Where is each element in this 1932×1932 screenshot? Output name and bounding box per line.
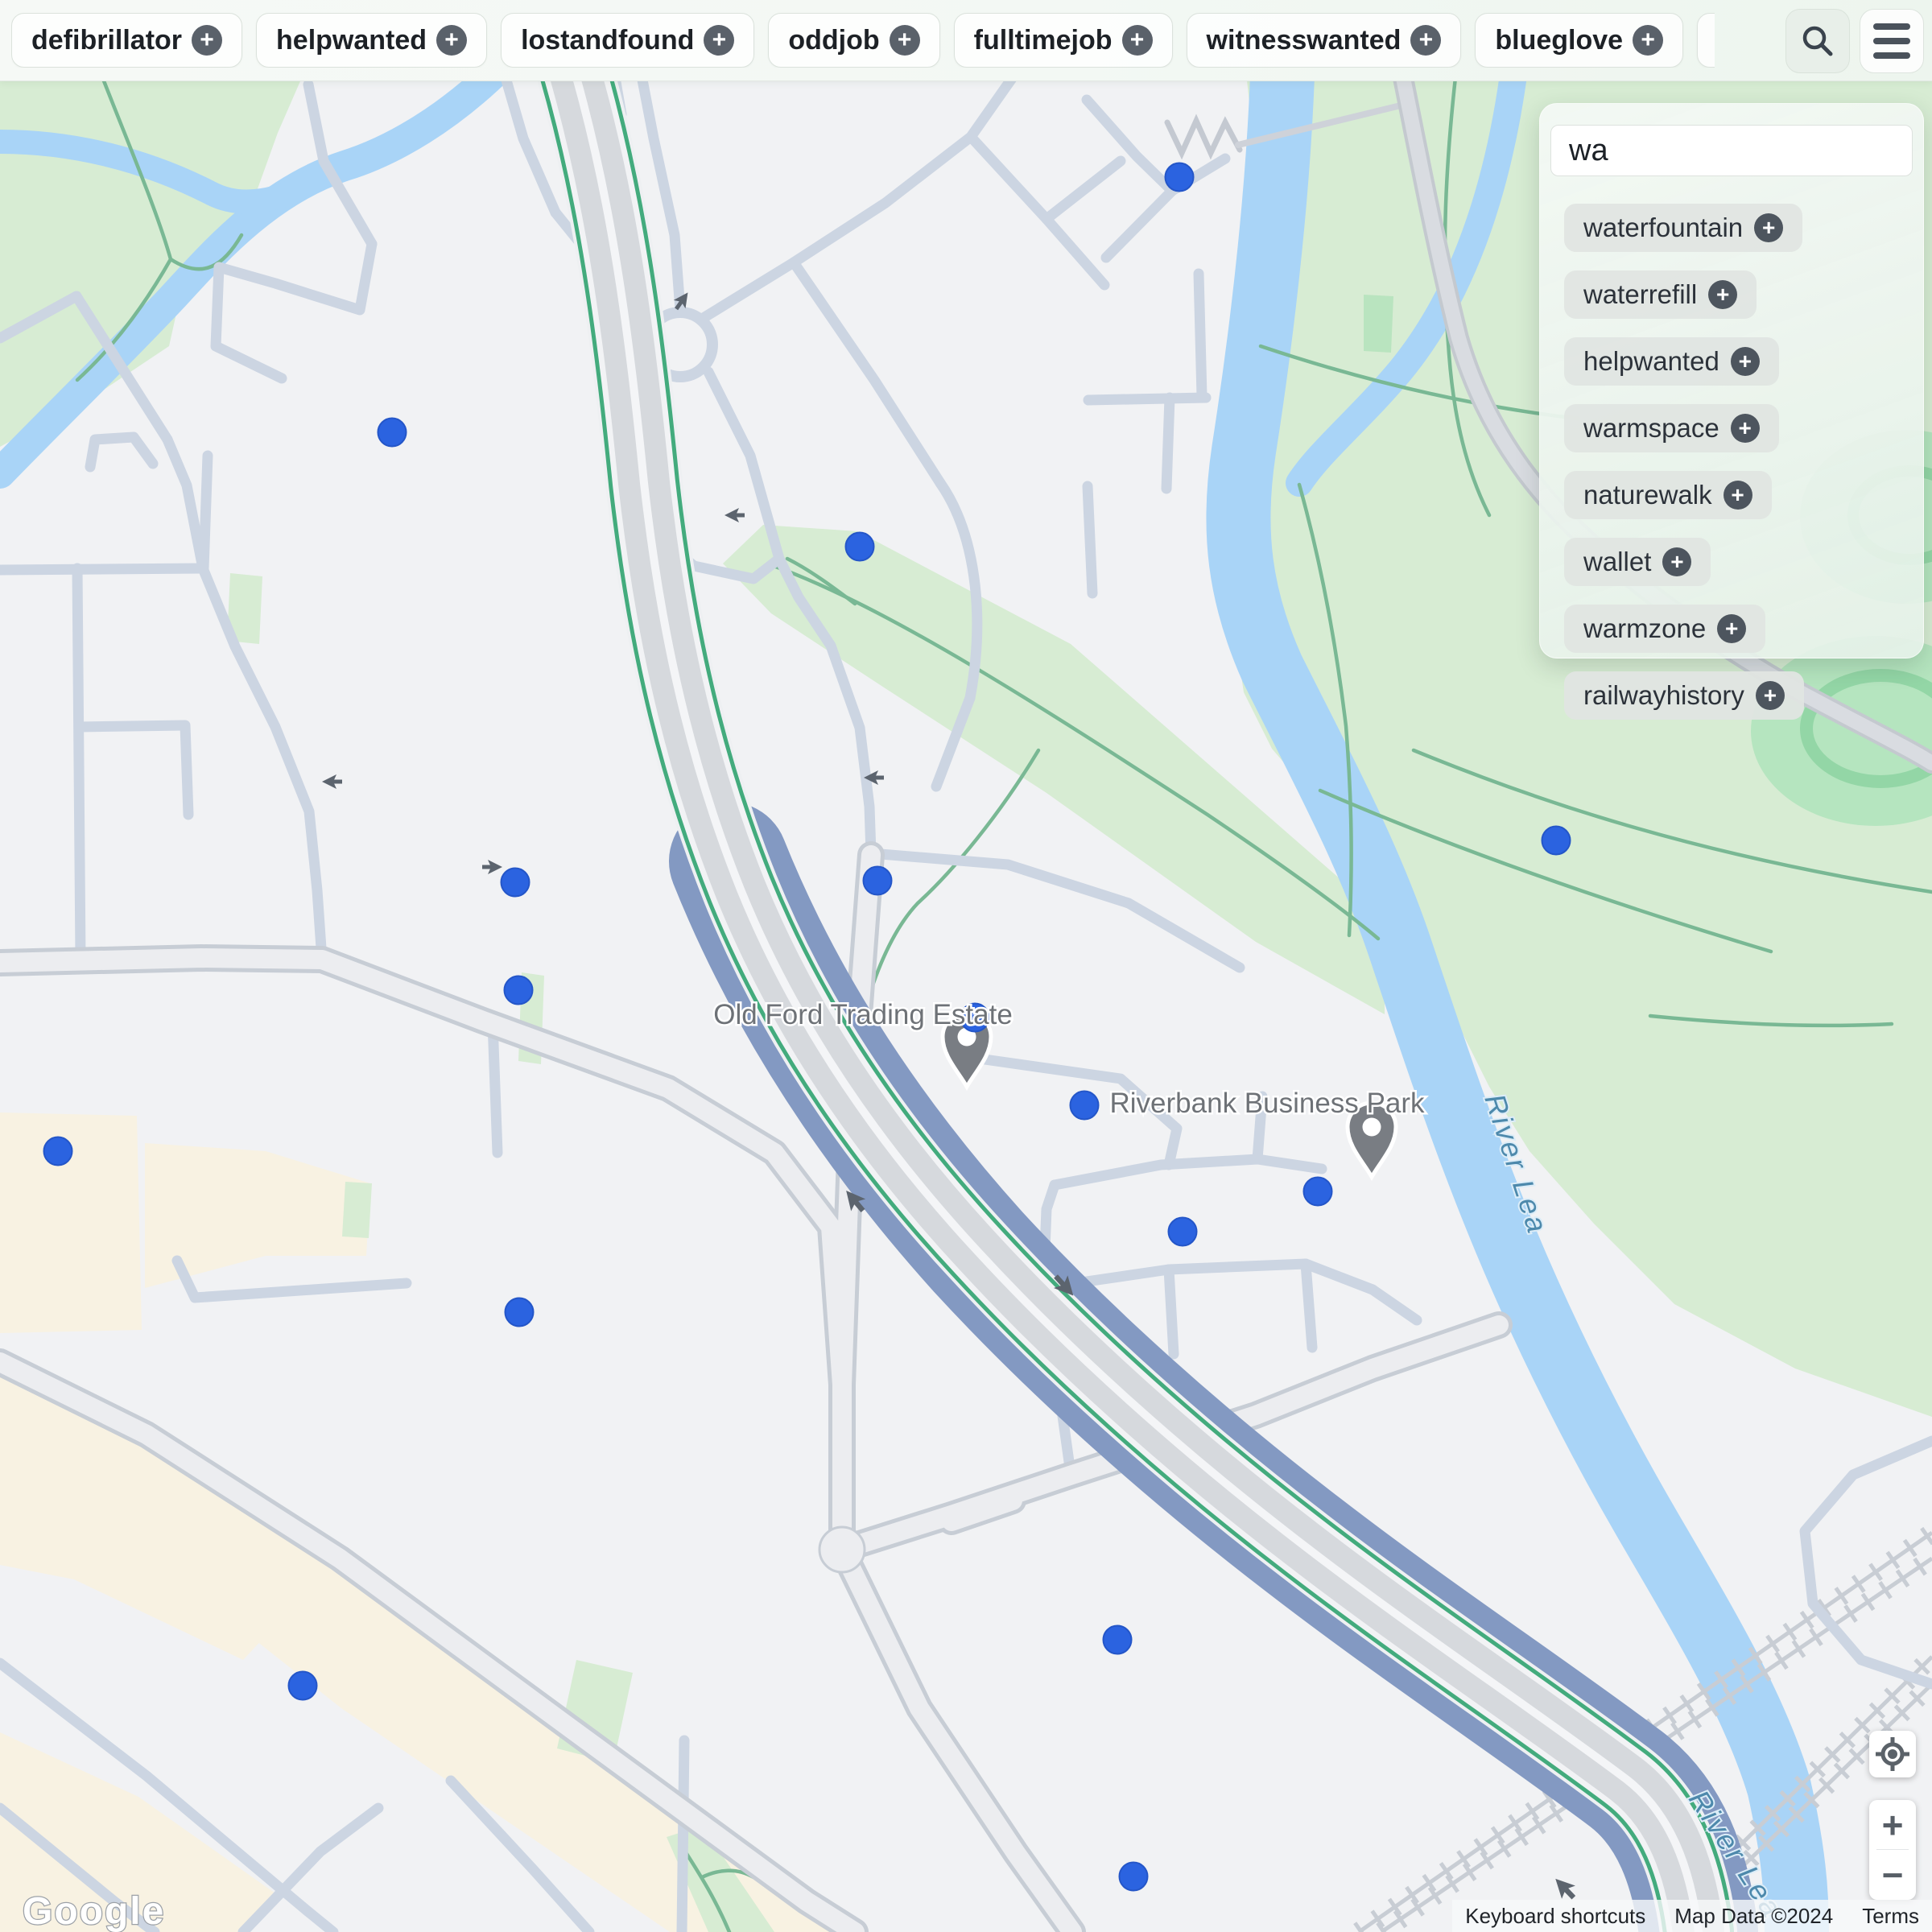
map-marker[interactable] <box>378 419 407 447</box>
google-logo: Google <box>23 1890 165 1932</box>
add-tag-icon[interactable]: + <box>1662 547 1691 576</box>
add-tag-icon[interactable]: + <box>1122 25 1153 56</box>
map-marker[interactable] <box>1104 1626 1132 1654</box>
tag-chip-label: lostandfound <box>521 25 694 56</box>
map-marker[interactable] <box>864 867 892 895</box>
menu-button[interactable] <box>1860 9 1924 73</box>
map-marker[interactable] <box>1120 1863 1148 1891</box>
tag-chip-lostandfound[interactable]: lostandfound + <box>501 13 754 68</box>
tag-chip-label: witnesswanted <box>1207 25 1402 56</box>
tag-chip-blueplaque[interactable]: blueplaque + <box>1697 13 1715 68</box>
zoom-control: + − <box>1869 1800 1916 1900</box>
suggestion-label: waterfountain <box>1583 213 1743 243</box>
add-tag-icon[interactable]: + <box>1731 347 1760 376</box>
suggestion-list: waterfountain +waterrefill +helpwanted +… <box>1540 184 1923 720</box>
hamburger-icon <box>1873 23 1910 59</box>
tag-search-panel: waterfountain +waterrefill +helpwanted +… <box>1539 103 1924 658</box>
add-tag-icon[interactable]: + <box>1410 25 1441 56</box>
suggestion-label: warmspace <box>1583 413 1719 444</box>
map-marker[interactable] <box>846 533 874 561</box>
add-tag-icon[interactable]: + <box>1708 280 1737 309</box>
tag-chip-helpwanted[interactable]: helpwanted + <box>256 13 487 68</box>
map-marker[interactable] <box>1169 1218 1197 1246</box>
map-marker[interactable] <box>289 1672 317 1700</box>
map-marker[interactable] <box>1542 827 1571 855</box>
suggestion-label: waterrefill <box>1583 279 1697 310</box>
poi-label: Riverbank Business Park <box>1110 1088 1425 1119</box>
attribution-link[interactable]: Terms <box>1862 1904 1919 1929</box>
suggestion-label: warmzone <box>1583 613 1706 644</box>
tag-chip-label: fulltimejob <box>974 25 1113 56</box>
attribution-link[interactable]: Map Data ©2024 <box>1674 1904 1833 1929</box>
tag-chip-witnesswanted[interactable]: witnesswanted + <box>1187 13 1462 68</box>
zoom-out-button[interactable]: − <box>1869 1850 1916 1899</box>
map-marker[interactable] <box>502 869 530 897</box>
tag-chip-label: blueglove <box>1495 25 1623 56</box>
attribution-bar: Keyboard shortcuts Map Data ©2024 Terms <box>1452 1900 1932 1932</box>
poi-label: Old Ford Trading Estate <box>713 999 1013 1030</box>
add-tag-icon[interactable]: + <box>1724 481 1752 510</box>
tag-chip-row: defibrillator +helpwanted +lostandfound … <box>11 13 1715 68</box>
map-marker[interactable] <box>506 1298 534 1327</box>
suggestion-label: helpwanted <box>1583 346 1719 377</box>
tag-search-input[interactable] <box>1550 125 1913 176</box>
tag-chip-label: defibrillator <box>31 25 182 56</box>
add-tag-icon[interactable]: + <box>1731 414 1760 443</box>
add-tag-icon[interactable]: + <box>1754 213 1783 242</box>
top-tag-bar: defibrillator +helpwanted +lostandfound … <box>0 0 1932 81</box>
map-marker[interactable] <box>1071 1092 1099 1120</box>
tag-chip-oddjob[interactable]: oddjob + <box>768 13 939 68</box>
suggestion-wallet[interactable]: wallet + <box>1564 538 1711 586</box>
suggestion-warmspace[interactable]: warmspace + <box>1564 404 1779 452</box>
suggestion-label: railwayhistory <box>1583 680 1744 711</box>
add-tag-icon[interactable]: + <box>1756 681 1785 710</box>
suggestion-warmzone[interactable]: warmzone + <box>1564 605 1765 653</box>
add-tag-icon[interactable]: + <box>436 25 467 56</box>
suggestion-helpwanted[interactable]: helpwanted + <box>1564 337 1779 386</box>
suggestion-label: naturewalk <box>1583 480 1712 510</box>
tag-chip-label: helpwanted <box>276 25 427 56</box>
search-icon <box>1800 23 1835 59</box>
suggestion-label: wallet <box>1583 547 1651 577</box>
my-location-icon <box>1875 1736 1910 1772</box>
tag-chip-blueglove[interactable]: blueglove + <box>1475 13 1683 68</box>
suggestion-railwayhistory[interactable]: railwayhistory + <box>1564 671 1804 720</box>
my-location-button[interactable] <box>1869 1731 1916 1777</box>
suggestion-waterfountain[interactable]: waterfountain + <box>1564 204 1802 252</box>
add-tag-icon[interactable]: + <box>1717 614 1746 643</box>
tag-chip-label: oddjob <box>788 25 879 56</box>
map-marker[interactable] <box>1166 163 1194 192</box>
attribution-link[interactable]: Keyboard shortcuts <box>1465 1904 1645 1929</box>
add-tag-icon[interactable]: + <box>704 25 734 56</box>
add-tag-icon[interactable]: + <box>890 25 920 56</box>
tag-chip-defibrillator[interactable]: defibrillator + <box>11 13 242 68</box>
add-tag-icon[interactable]: + <box>1633 25 1663 56</box>
tag-chip-fulltimejob[interactable]: fulltimejob + <box>954 13 1173 68</box>
zoom-in-button[interactable]: + <box>1869 1800 1916 1849</box>
map-marker[interactable] <box>44 1137 72 1166</box>
suggestion-waterrefill[interactable]: waterrefill + <box>1564 270 1757 319</box>
map-marker[interactable] <box>1304 1178 1332 1206</box>
map-marker[interactable] <box>505 976 533 1005</box>
suggestion-naturewalk[interactable]: naturewalk + <box>1564 471 1772 519</box>
add-tag-icon[interactable]: + <box>192 25 222 56</box>
search-button[interactable] <box>1785 9 1850 73</box>
